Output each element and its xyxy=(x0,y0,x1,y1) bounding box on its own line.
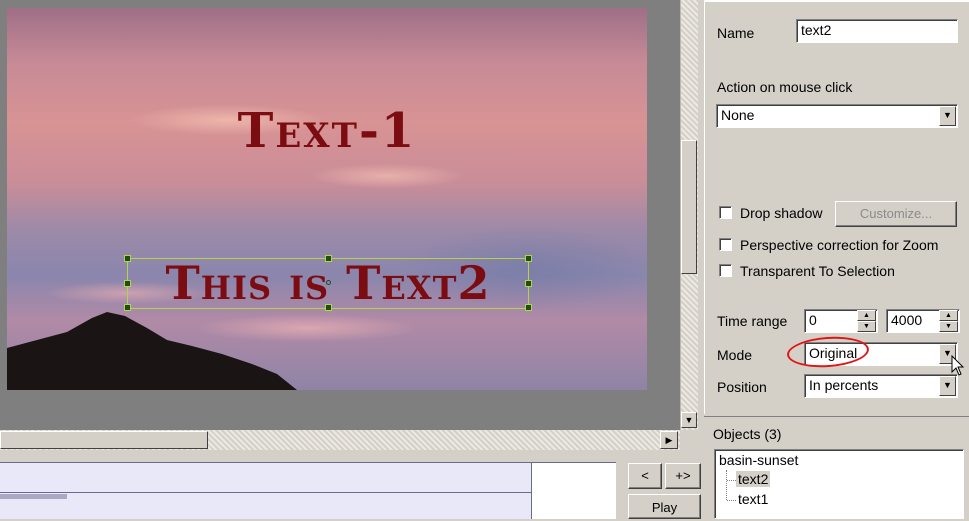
resize-handle-bottom-left[interactable] xyxy=(124,304,131,311)
previous-button[interactable]: < xyxy=(628,463,662,489)
name-label: Name xyxy=(717,25,755,41)
tree-item-text2[interactable]: text2 xyxy=(736,471,771,487)
objects-tree[interactable]: basin-sunset text2 text1 xyxy=(714,449,964,519)
perspective-correction-label: Perspective correction for Zoom xyxy=(740,237,939,253)
name-field[interactable]: text2 xyxy=(796,19,958,43)
chevron-down-icon[interactable]: ▼ xyxy=(939,106,956,126)
drop-shadow-label: Drop shadow xyxy=(740,205,823,221)
rotation-center-handle[interactable] xyxy=(326,280,331,285)
spin-down-icon[interactable]: ▼ xyxy=(857,321,876,332)
resize-handle-left[interactable] xyxy=(124,280,131,287)
spin-up-icon[interactable]: ▲ xyxy=(857,310,876,321)
timeline-divider xyxy=(0,492,616,493)
panel-tab-edge xyxy=(704,0,969,2)
action-on-click-select[interactable]: None ▼ xyxy=(716,104,958,128)
canvas-area: Text-1 This is Text2 xyxy=(0,0,680,430)
vertical-scroll-thumb[interactable] xyxy=(681,140,697,274)
drop-shadow-checkbox[interactable] xyxy=(719,206,732,219)
objects-title: Objects (3) xyxy=(713,426,782,442)
scroll-right-button[interactable]: ▶ xyxy=(660,431,678,449)
timeline-side-cell xyxy=(532,463,616,519)
tree-connector xyxy=(726,470,727,500)
mouse-pointer-icon xyxy=(951,355,965,376)
resize-handle-top-right[interactable] xyxy=(525,255,532,262)
resize-handle-bottom-right[interactable] xyxy=(525,304,532,311)
chevron-down-icon[interactable]: ▼ xyxy=(939,376,956,396)
timeline-panel[interactable] xyxy=(0,462,616,519)
action-on-click-value: None xyxy=(721,107,755,123)
add-next-button[interactable]: +> xyxy=(665,463,701,489)
time-range-label: Time range xyxy=(717,313,788,329)
arrow-right-icon: ▶ xyxy=(665,435,673,445)
time-range-start-value: 0 xyxy=(809,312,817,328)
transparent-to-selection-checkbox[interactable] xyxy=(719,264,732,277)
customize-button[interactable]: Customize... xyxy=(835,201,957,227)
time-range-end-spinner[interactable]: ▲ ▼ xyxy=(939,310,958,332)
text1-object[interactable]: Text-1 xyxy=(7,103,647,159)
mountain-silhouette xyxy=(7,312,297,390)
spin-down-icon[interactable]: ▼ xyxy=(939,321,958,332)
tree-item-basin-sunset[interactable]: basin-sunset xyxy=(719,452,798,468)
position-select[interactable]: In percents ▼ xyxy=(804,374,958,398)
resize-handle-right[interactable] xyxy=(525,280,532,287)
time-range-end-value: 4000 xyxy=(891,312,923,328)
arrow-down-icon: ▼ xyxy=(684,415,694,425)
action-on-click-label: Action on mouse click xyxy=(717,79,853,95)
perspective-correction-checkbox[interactable] xyxy=(719,238,732,251)
spin-up-icon[interactable]: ▲ xyxy=(939,310,958,321)
tree-connector xyxy=(727,500,736,501)
scroll-down-button[interactable]: ▼ xyxy=(681,412,697,428)
position-value: In percents xyxy=(809,377,879,393)
resize-handle-top-left[interactable] xyxy=(124,255,131,262)
resize-handle-bottom[interactable] xyxy=(325,304,332,311)
resize-handle-top[interactable] xyxy=(325,255,332,262)
time-range-start-spinner[interactable]: ▲ ▼ xyxy=(857,310,876,332)
text2-selection-box[interactable]: This is Text2 xyxy=(124,255,532,311)
horizontal-scroll-thumb[interactable] xyxy=(0,431,208,449)
play-button[interactable]: Play xyxy=(628,494,701,519)
transparent-to-selection-label: Transparent To Selection xyxy=(740,263,895,279)
position-label: Position xyxy=(717,379,767,395)
timeline-track-bar[interactable] xyxy=(0,494,67,499)
mode-label: Mode xyxy=(717,347,753,363)
tree-item-text1[interactable]: text1 xyxy=(738,491,768,507)
tree-connector xyxy=(727,480,736,481)
sunset-background-image[interactable]: Text-1 This is Text2 xyxy=(7,8,647,390)
